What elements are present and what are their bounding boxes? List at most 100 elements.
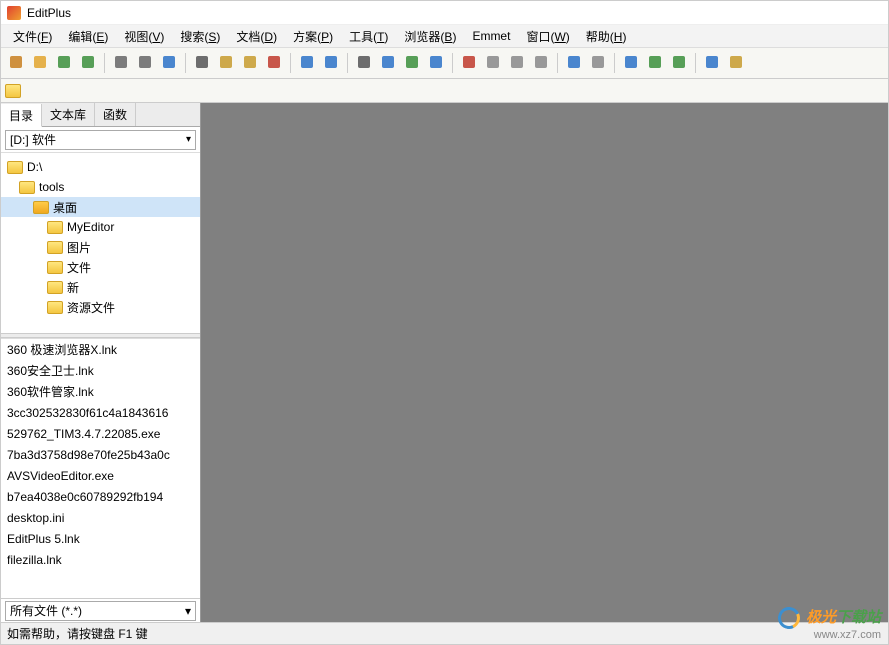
side-tab-0[interactable]: 目录 xyxy=(1,104,42,127)
file-row[interactable]: 360 极速浏览器X.lnk xyxy=(1,339,200,360)
drive-select[interactable]: [D:] 软件 ▾ xyxy=(5,130,196,150)
print-button[interactable] xyxy=(110,52,132,74)
toolbar-separator xyxy=(452,53,453,73)
tree-node[interactable]: tools xyxy=(1,177,200,197)
file-filter-select[interactable]: 所有文件 (*.*) ▾ xyxy=(5,601,196,621)
toolbar-separator xyxy=(104,53,105,73)
spell-check-icon xyxy=(566,54,582,73)
replace-button[interactable] xyxy=(401,52,423,74)
toolbar-separator xyxy=(557,53,558,73)
menu-Emmet[interactable]: Emmet xyxy=(464,27,518,45)
tree-node[interactable]: 资源文件 xyxy=(1,297,200,317)
path-bar xyxy=(1,79,888,103)
font-large-button[interactable] xyxy=(458,52,480,74)
toolbar-separator xyxy=(290,53,291,73)
tree-node-label: 文件 xyxy=(67,259,91,276)
file-row[interactable]: desktop.ini xyxy=(1,507,200,528)
menu-H[interactable]: 帮助(H) xyxy=(578,26,635,47)
toolbar-separator xyxy=(695,53,696,73)
split-horizontal-button[interactable] xyxy=(644,52,666,74)
file-row[interactable]: 3cc302532830f61c4a1843616 xyxy=(1,402,200,423)
menu-T[interactable]: 工具(T) xyxy=(341,26,396,47)
delete-button[interactable] xyxy=(263,52,285,74)
save-all-button[interactable] xyxy=(77,52,99,74)
print-preview-icon xyxy=(137,54,153,73)
file-row[interactable]: 7ba3d3758d98e70fe25b43a0c xyxy=(1,444,200,465)
word-wrap-icon xyxy=(509,54,525,73)
browser-button[interactable] xyxy=(620,52,642,74)
find-next-icon xyxy=(380,54,396,73)
cut-button[interactable] xyxy=(191,52,213,74)
font-small-icon xyxy=(485,54,501,73)
find-button[interactable] xyxy=(353,52,375,74)
side-tab-2[interactable]: 函数 xyxy=(95,103,136,126)
new-file-button[interactable] xyxy=(5,52,27,74)
tree-node-label: 桌面 xyxy=(53,199,77,216)
word-wrap-button[interactable] xyxy=(506,52,528,74)
help-pointer-icon xyxy=(704,54,720,73)
folder-icon xyxy=(47,241,63,254)
redo-button[interactable] xyxy=(320,52,342,74)
toolbar-separator xyxy=(185,53,186,73)
file-row[interactable]: 529762_TIM3.4.7.22085.exe xyxy=(1,423,200,444)
menu-D[interactable]: 文档(D) xyxy=(228,26,285,47)
split-vertical-button[interactable] xyxy=(668,52,690,74)
paste-button[interactable] xyxy=(239,52,261,74)
cut-icon xyxy=(194,54,210,73)
menu-F[interactable]: 文件(F) xyxy=(5,26,60,47)
menu-V[interactable]: 视图(V) xyxy=(116,26,172,47)
menu-E[interactable]: 编辑(E) xyxy=(60,26,116,47)
folder-icon xyxy=(7,161,23,174)
undo-button[interactable] xyxy=(296,52,318,74)
file-row[interactable]: AVSVideoEditor.exe xyxy=(1,465,200,486)
statusbar: 如需帮助，请按键盘 F1 键 xyxy=(1,622,888,644)
ruler-icon xyxy=(533,54,549,73)
customize-button[interactable] xyxy=(725,52,747,74)
settings-button[interactable] xyxy=(587,52,609,74)
titlebar: EditPlus xyxy=(1,1,888,25)
spell-check-button[interactable] xyxy=(563,52,585,74)
find-next-button[interactable] xyxy=(377,52,399,74)
print-preview-button[interactable] xyxy=(134,52,156,74)
menu-W[interactable]: 窗口(W) xyxy=(518,26,577,47)
app-title: EditPlus xyxy=(27,6,71,20)
side-panel: 目录文本库函数 [D:] 软件 ▾ D:\tools 桌面MyEditor图片文件… xyxy=(1,103,201,622)
tree-node[interactable]: D:\ xyxy=(1,157,200,177)
file-row[interactable]: filezilla.lnk xyxy=(1,549,200,570)
customize-icon xyxy=(728,54,744,73)
file-list[interactable]: 360 极速浏览器X.lnk360安全卫士.lnk360软件管家.lnk3cc3… xyxy=(1,338,200,598)
folder-icon xyxy=(47,301,63,314)
file-row[interactable]: EditPlus 5.lnk xyxy=(1,528,200,549)
font-small-button[interactable] xyxy=(482,52,504,74)
redo-icon xyxy=(323,54,339,73)
menu-S[interactable]: 搜索(S) xyxy=(172,26,228,47)
tree-node[interactable]: 文件 xyxy=(1,257,200,277)
tree-node[interactable]: 新 xyxy=(1,277,200,297)
side-tab-1[interactable]: 文本库 xyxy=(42,103,95,126)
tree-node[interactable]: 桌面 xyxy=(1,197,200,217)
tree-node[interactable]: MyEditor xyxy=(1,217,200,237)
open-file-button[interactable] xyxy=(29,52,51,74)
menu-B[interactable]: 浏览器(B) xyxy=(396,26,464,47)
file-row[interactable]: 360软件管家.lnk xyxy=(1,381,200,402)
editor-area xyxy=(201,103,888,622)
menu-P[interactable]: 方案(P) xyxy=(285,26,341,47)
refresh-button[interactable] xyxy=(158,52,180,74)
help-pointer-button[interactable] xyxy=(701,52,723,74)
status-text: 如需帮助，请按键盘 F1 键 xyxy=(7,625,148,642)
copy-button[interactable] xyxy=(215,52,237,74)
ruler-button[interactable] xyxy=(530,52,552,74)
font-large-icon xyxy=(461,54,477,73)
folder-tree[interactable]: D:\tools 桌面MyEditor图片文件新资源文件 xyxy=(1,153,200,333)
drive-select-value: [D:] 软件 xyxy=(10,131,56,148)
go-to-line-button[interactable] xyxy=(425,52,447,74)
copy-icon xyxy=(218,54,234,73)
browser-icon xyxy=(623,54,639,73)
file-row[interactable]: b7ea4038e0c60789292fb194 xyxy=(1,486,200,507)
save-button[interactable] xyxy=(53,52,75,74)
file-filter-row: 所有文件 (*.*) ▾ xyxy=(1,598,200,622)
tree-node[interactable]: 图片 xyxy=(1,237,200,257)
file-row[interactable]: 360安全卫士.lnk xyxy=(1,360,200,381)
split-horizontal-icon xyxy=(647,54,663,73)
split-vertical-icon xyxy=(671,54,687,73)
